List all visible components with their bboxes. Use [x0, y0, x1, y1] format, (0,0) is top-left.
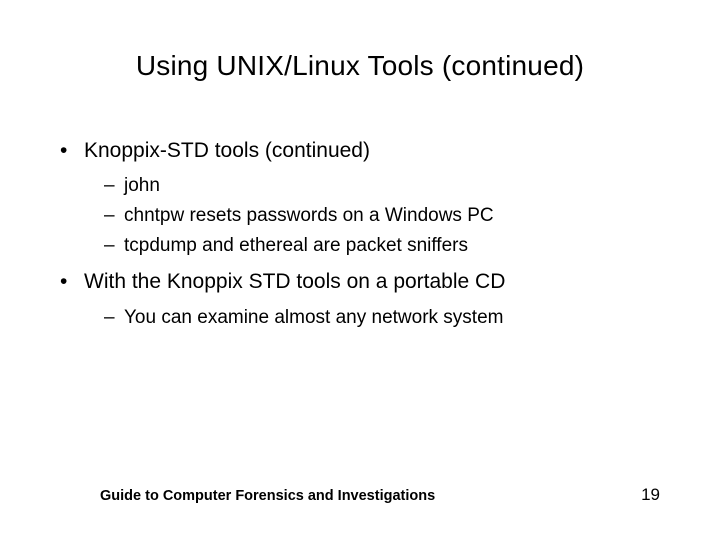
sub-bullet-item: john — [104, 173, 660, 199]
bullet-item: Knoppix-STD tools (continued) — [60, 137, 660, 165]
slide: Using UNIX/Linux Tools (continued) Knopp… — [0, 0, 720, 540]
page-number: 19 — [641, 485, 660, 505]
sub-bullet-item: tcpdump and ethereal are packet sniffers — [104, 233, 660, 259]
sub-bullet-text: chntpw resets passwords on a Windows PC — [124, 205, 494, 226]
footer-text: Guide to Computer Forensics and Investig… — [100, 488, 435, 504]
sub-bullet-group: You can examine almost any network syste… — [60, 305, 660, 331]
bullet-text: With the Knoppix STD tools on a portable… — [84, 270, 505, 293]
slide-title: Using UNIX/Linux Tools (continued) — [60, 50, 660, 82]
bullet-item: With the Knoppix STD tools on a portable… — [60, 268, 660, 296]
sub-bullet-item: chntpw resets passwords on a Windows PC — [104, 203, 660, 229]
slide-footer: Guide to Computer Forensics and Investig… — [100, 485, 660, 505]
sub-bullet-group: john chntpw resets passwords on a Window… — [60, 173, 660, 258]
sub-bullet-text: You can examine almost any network syste… — [124, 307, 503, 328]
bullet-text: Knoppix-STD tools (continued) — [84, 139, 370, 162]
slide-content: Knoppix-STD tools (continued) john chntp… — [60, 137, 660, 330]
sub-bullet-text: tcpdump and ethereal are packet sniffers — [124, 235, 468, 256]
sub-bullet-text: john — [124, 175, 160, 196]
sub-bullet-item: You can examine almost any network syste… — [104, 305, 660, 331]
